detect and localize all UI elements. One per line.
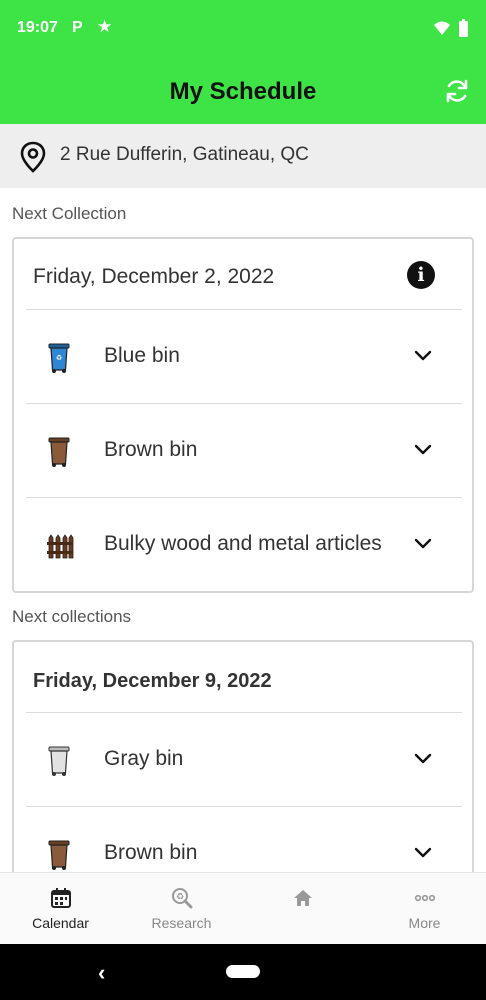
- item-label: Gray bin: [104, 747, 184, 770]
- refresh-icon[interactable]: [444, 78, 470, 104]
- bottom-navigation: Calendar ♻ Research More: [0, 872, 486, 944]
- parking-app-icon: P: [72, 19, 83, 36]
- back-icon[interactable]: ‹: [98, 960, 105, 986]
- item-label: Bulky wood and metal articles: [104, 532, 382, 555]
- gray-bin-icon: [48, 746, 70, 776]
- item-label: Blue bin: [104, 344, 180, 367]
- status-time: 19:07: [17, 19, 58, 36]
- nav-more[interactable]: More: [364, 873, 485, 945]
- nav-label: Calendar: [32, 915, 89, 931]
- address-text: 2 Rue Dufferin, Gatineau, QC: [60, 144, 309, 165]
- address-bar[interactable]: 2 Rue Dufferin, Gatineau, QC: [0, 124, 486, 188]
- more-dots-icon: [414, 894, 436, 902]
- chevron-down-icon[interactable]: [414, 444, 432, 456]
- chevron-down-icon[interactable]: [414, 753, 432, 765]
- blue-bin-icon: ♻: [48, 343, 70, 373]
- collection-date: Friday, December 9, 2022: [33, 670, 272, 692]
- collection-date: Friday, December 2, 2022: [33, 265, 275, 288]
- next-collection-card: Friday, December 2, 2022 i ♻ Blue bin Br…: [12, 237, 474, 593]
- svg-text:♻: ♻: [56, 354, 62, 362]
- star-icon: ★: [97, 17, 113, 36]
- list-item-blue-bin[interactable]: ♻ Blue bin: [26, 309, 462, 403]
- next-collection-label: Next Collection: [12, 204, 127, 223]
- svg-text:♻: ♻: [176, 893, 184, 903]
- next-collections-label: Next collections: [12, 607, 132, 626]
- system-navigation-bar: ‹: [0, 944, 486, 1000]
- app-bar: My Schedule: [0, 58, 486, 124]
- chevron-down-icon[interactable]: [414, 350, 432, 362]
- status-bar: 19:07 P ★: [0, 0, 486, 58]
- recycle-search-icon: ♻: [172, 888, 193, 909]
- brown-bin-icon: [48, 840, 70, 870]
- home-gesture-pill[interactable]: [226, 965, 260, 978]
- list-item-gray-bin[interactable]: Gray bin: [26, 712, 462, 806]
- location-pin-icon: [20, 141, 46, 173]
- list-item-brown-bin[interactable]: Brown bin: [26, 403, 462, 497]
- nav-home[interactable]: [242, 873, 363, 945]
- calendar-icon: [51, 888, 71, 908]
- nav-label: More: [408, 915, 441, 931]
- info-icon[interactable]: i: [407, 261, 435, 289]
- nav-label: Research: [151, 915, 212, 931]
- brown-bin-icon: [48, 437, 70, 467]
- nav-research[interactable]: ♻ Research: [121, 873, 242, 945]
- home-icon: [294, 890, 312, 906]
- list-item-bulky-articles[interactable]: Bulky wood and metal articles: [26, 497, 462, 591]
- fence-icon: [47, 534, 74, 559]
- item-label: Brown bin: [104, 438, 198, 461]
- item-label: Brown bin: [104, 841, 198, 864]
- chevron-down-icon[interactable]: [414, 847, 432, 859]
- page-title: My Schedule: [169, 78, 317, 105]
- nav-calendar[interactable]: Calendar: [0, 873, 121, 945]
- chevron-down-icon[interactable]: [414, 538, 432, 550]
- wifi-battery-icon: [434, 19, 468, 37]
